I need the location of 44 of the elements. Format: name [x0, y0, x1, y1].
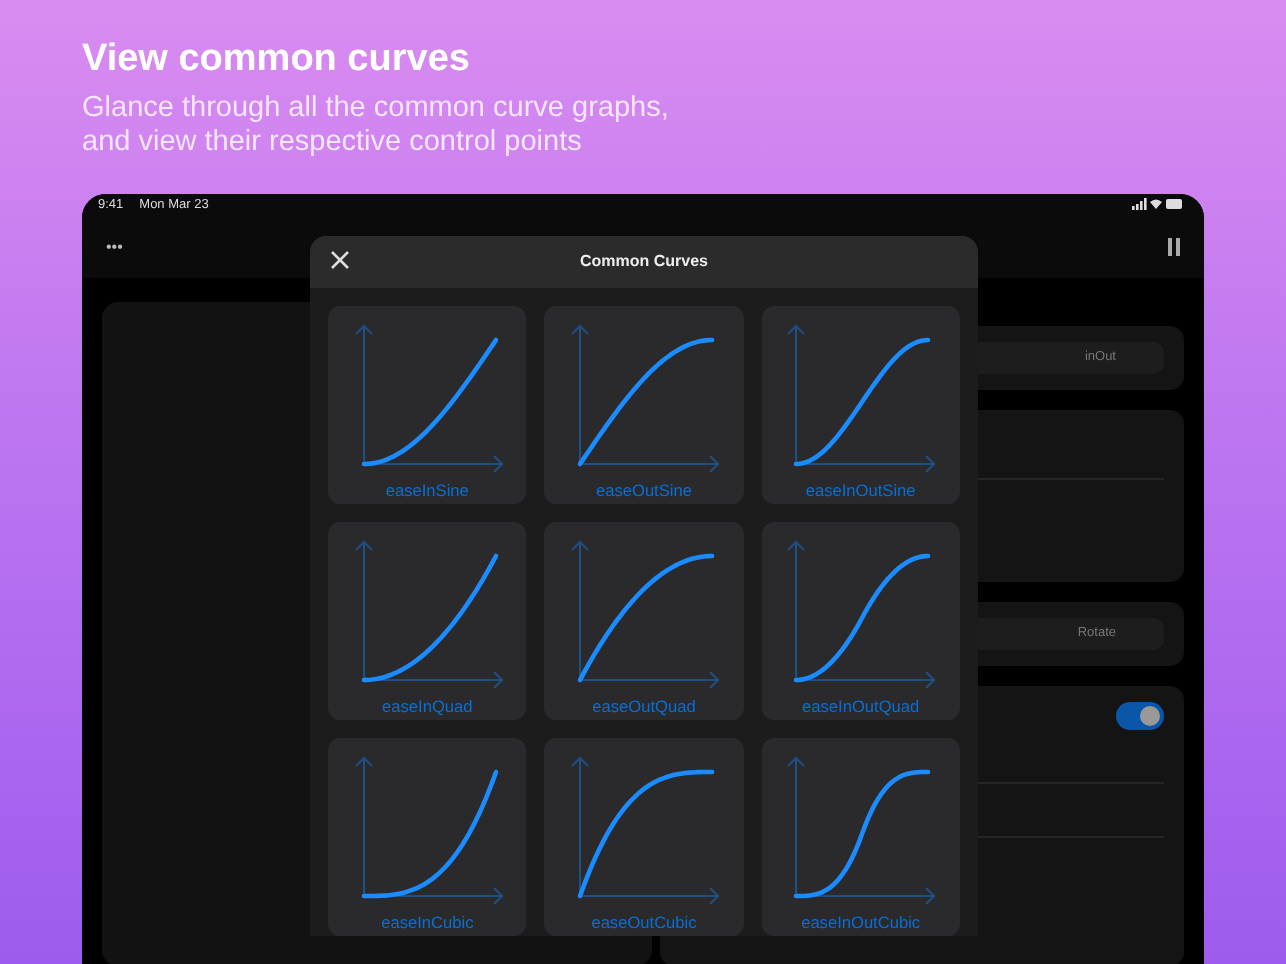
- curve-label: easeInOutCubic: [801, 909, 921, 935]
- axes-icon: [570, 539, 720, 689]
- curve-line: [361, 336, 498, 466]
- curve-card[interactable]: easeInQuad: [328, 521, 527, 720]
- curve-label: easeInOutSine: [805, 477, 916, 503]
- curve-card[interactable]: easeInOutQuad: [761, 521, 960, 720]
- status-icons: [1132, 195, 1184, 215]
- curve-line: [361, 768, 498, 898]
- promo-title: View common curves: [80, 36, 472, 84]
- pause-icon[interactable]: [1168, 238, 1180, 257]
- axes-icon: [787, 755, 937, 905]
- curve-label: easeInCubic: [381, 909, 474, 935]
- curve-card[interactable]: easeOutQuad: [544, 521, 744, 720]
- curve-label: easeOutSine: [596, 477, 692, 503]
- close-button[interactable]: [330, 249, 354, 274]
- promo-subtitle: Glance through all the common curve graphs, and view their respective control points: [82, 91, 671, 162]
- curve-line: [577, 552, 715, 682]
- curve-label: easeInSine: [385, 477, 469, 503]
- curve-line: [577, 768, 715, 898]
- curve-card[interactable]: easeInSine: [328, 305, 527, 504]
- curve-label: easeInOutQuad: [802, 693, 920, 719]
- curve-label: easeInQuad: [382, 693, 473, 719]
- curve-line: [577, 336, 715, 466]
- curve-card[interactable]: easeInOutSine: [761, 305, 960, 504]
- curve-card[interactable]: easeInCubic: [328, 737, 527, 936]
- axes-icon: [354, 323, 503, 473]
- curve-card[interactable]: easeOutSine: [544, 305, 744, 504]
- axes-icon: [354, 755, 503, 905]
- axes-icon: [787, 323, 937, 473]
- curve-line: [794, 768, 931, 898]
- axes-icon: [570, 755, 720, 905]
- curve-card[interactable]: easeOutCubic: [544, 737, 744, 936]
- axes-icon: [570, 323, 720, 473]
- axes-icon: [787, 539, 937, 689]
- axes-icon: [354, 539, 503, 689]
- curve-card[interactable]: easeInOutCubic: [761, 737, 960, 936]
- curve-label: easeOutQuad: [592, 693, 696, 719]
- curve-line: [794, 336, 931, 466]
- curve-line: [361, 552, 498, 682]
- modal-title: Common Curves: [577, 249, 710, 274]
- curve-label: easeOutCubic: [591, 909, 697, 935]
- more-button[interactable]: •••: [106, 235, 123, 260]
- toggle-switch[interactable]: [1116, 701, 1164, 730]
- curve-line: [794, 552, 931, 682]
